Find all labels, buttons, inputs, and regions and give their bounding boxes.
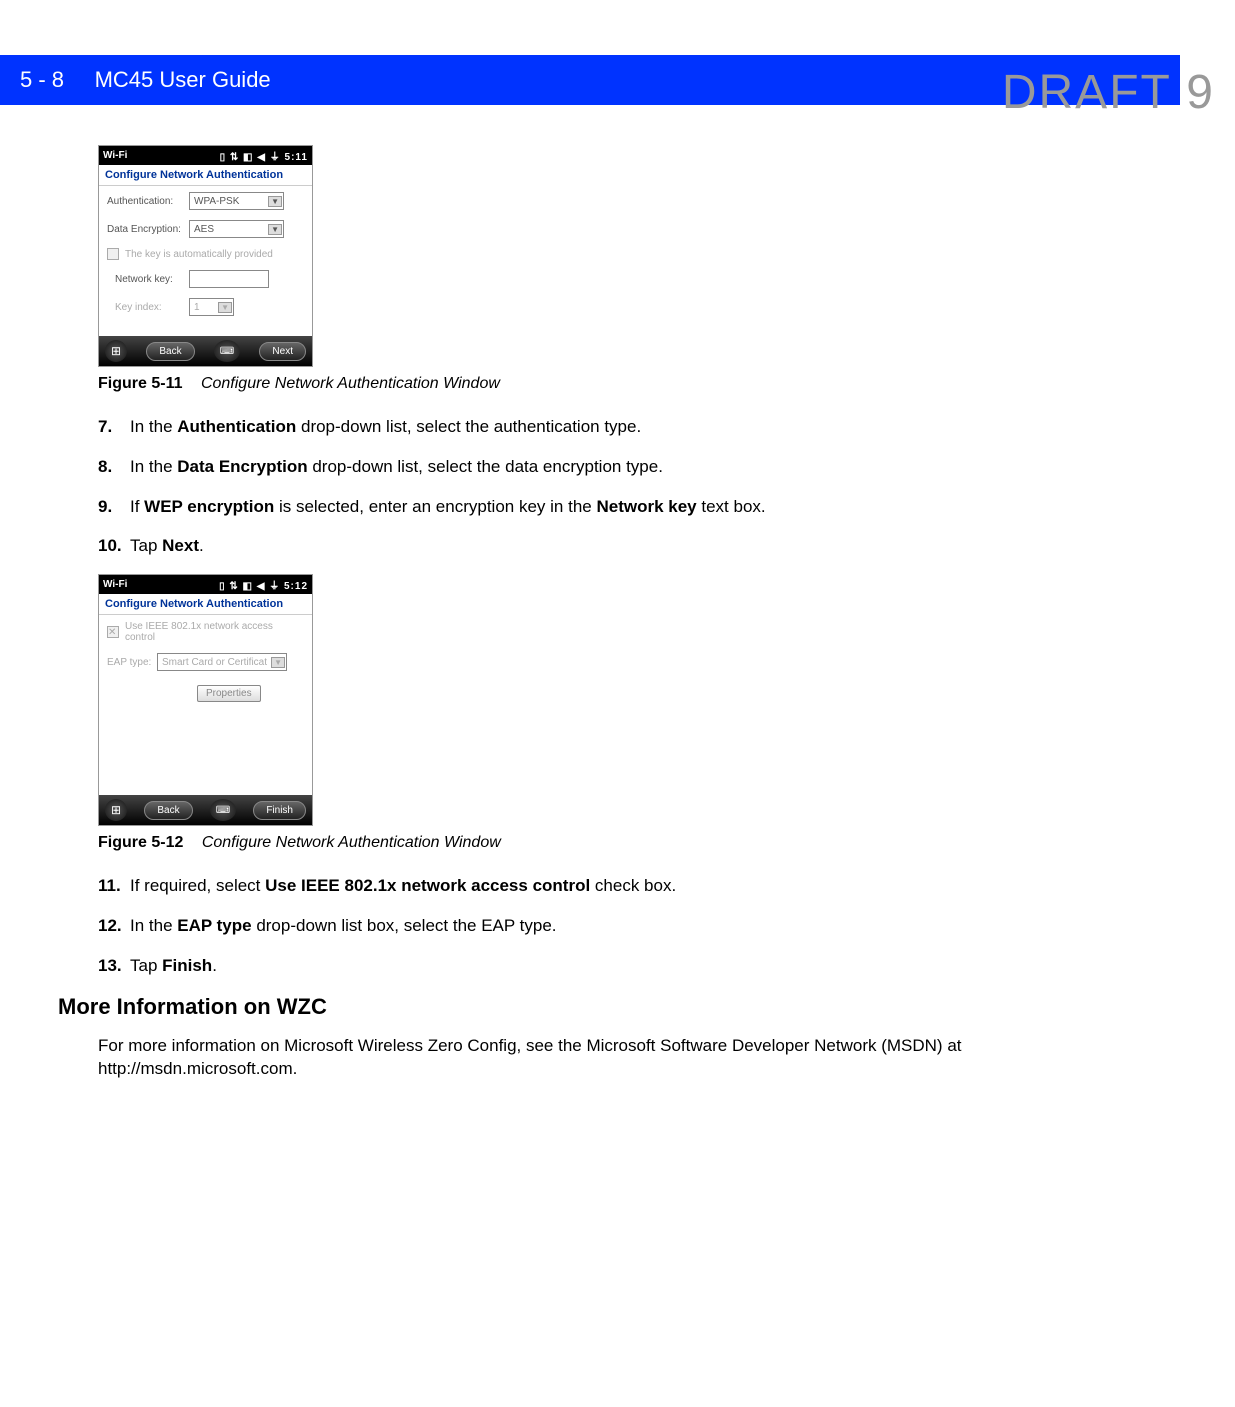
ieee-checkbox[interactable]: ✕ <box>107 626 119 638</box>
dialog-title: Configure Network Authentication <box>99 594 312 615</box>
dialog-body: ✕ Use IEEE 802.1x network access control… <box>99 615 312 795</box>
app-name: Wi-Fi <box>103 150 127 161</box>
step-11: 11. If required, select Use IEEE 802.1x … <box>98 874 1080 898</box>
keyindex-dropdown[interactable]: 1▼ <box>189 298 234 316</box>
next-button[interactable]: Next <box>259 342 306 361</box>
step-7: 7. In the Authentication drop-down list,… <box>98 415 1080 439</box>
app-name: Wi-Fi <box>103 579 127 590</box>
figure-5-11-screenshot: Wi-Fi ▯ ⇅ ◧ ◀ ⏚ 5:11 Configure Network A… <box>98 145 313 367</box>
step-text: Tap Next. <box>130 534 204 558</box>
figure-title: Configure Network Authentication Window <box>201 375 500 392</box>
keyindex-value: 1 <box>194 302 200 313</box>
step-text: In the EAP type drop-down list box, sele… <box>130 914 557 938</box>
page-number: 5 - 8 <box>20 67 64 92</box>
figure-5-12-caption: Figure 5-12 Configure Network Authentica… <box>98 834 1080 852</box>
step-number: 12. <box>98 914 130 938</box>
step-text: If WEP encryption is selected, enter an … <box>130 495 766 519</box>
encryption-dropdown[interactable]: AES ▼ <box>189 220 284 238</box>
authentication-value: WPA-PSK <box>194 196 239 207</box>
figure-number: Figure 5-12 <box>98 834 183 851</box>
figure-number: Figure 5-11 <box>98 375 182 392</box>
back-button[interactable]: Back <box>144 801 192 820</box>
dialog-title: Configure Network Authentication <box>99 165 312 186</box>
chevron-down-icon: ▼ <box>268 224 282 235</box>
device-statusbar: Wi-Fi ▯ ⇅ ◧ ◀ ⏚ 5:11 <box>99 146 312 165</box>
autokey-checkbox[interactable] <box>107 248 119 260</box>
step-number: 13. <box>98 954 130 978</box>
draft-watermark: DRAFT 9 <box>1002 65 1215 120</box>
step-9: 9. If WEP encryption is selected, enter … <box>98 495 1080 519</box>
status-icons: ▯ ⇅ ◧ ◀ ⏚ 5:11 <box>220 148 308 163</box>
properties-button[interactable]: Properties <box>197 685 261 702</box>
step-13: 13. Tap Finish. <box>98 954 1080 978</box>
step-8: 8. In the Data Encryption drop-down list… <box>98 455 1080 479</box>
windows-start-icon[interactable]: ⊞ <box>105 799 127 821</box>
section-heading-wzc: More Information on WZC <box>58 994 1080 1020</box>
keyindex-label: Key index: <box>115 302 189 313</box>
eaptype-label: EAP type: <box>107 657 157 668</box>
device-softkeybar: ⊞ Back ⌨ Finish <box>99 795 312 825</box>
keyboard-icon[interactable]: ⌨ <box>214 340 240 362</box>
encryption-label: Data Encryption: <box>107 224 189 235</box>
steps-list-a: 7. In the Authentication drop-down list,… <box>98 415 1080 558</box>
autokey-label: The key is automatically provided <box>125 249 273 260</box>
step-10: 10. Tap Next. <box>98 534 1080 558</box>
finish-button[interactable]: Finish <box>253 801 306 820</box>
authentication-label: Authentication: <box>107 196 189 207</box>
device-softkeybar: ⊞ Back ⌨ Next <box>99 336 312 366</box>
step-text: In the Authentication drop-down list, se… <box>130 415 641 439</box>
step-number: 10. <box>98 534 130 558</box>
networkkey-input[interactable] <box>189 270 269 288</box>
steps-list-b: 11. If required, select Use IEEE 802.1x … <box>98 874 1080 977</box>
authentication-dropdown[interactable]: WPA-PSK ▼ <box>189 192 284 210</box>
status-icons: ▯ ⇅ ◧ ◀ ⏚ 5:12 <box>219 577 308 592</box>
device-statusbar: Wi-Fi ▯ ⇅ ◧ ◀ ⏚ 5:12 <box>99 575 312 594</box>
back-button[interactable]: Back <box>146 342 194 361</box>
chevron-down-icon: ▼ <box>218 302 232 313</box>
keyboard-icon[interactable]: ⌨ <box>210 799 236 821</box>
windows-start-icon[interactable]: ⊞ <box>105 340 127 362</box>
figure-title: Configure Network Authentication Window <box>202 834 501 851</box>
figure-5-12-screenshot: Wi-Fi ▯ ⇅ ◧ ◀ ⏚ 5:12 Configure Network A… <box>98 574 313 826</box>
step-12: 12. In the EAP type drop-down list box, … <box>98 914 1080 938</box>
step-text: In the Data Encryption drop-down list, s… <box>130 455 663 479</box>
eaptype-dropdown[interactable]: Smart Card or Certificat ▼ <box>157 653 287 671</box>
figure-5-11-caption: Figure 5-11 Configure Network Authentica… <box>98 375 1080 393</box>
step-number: 7. <box>98 415 130 439</box>
clock: 5:11 <box>285 152 308 163</box>
encryption-value: AES <box>194 224 214 235</box>
step-number: 11. <box>98 874 130 898</box>
step-text: Tap Finish. <box>130 954 217 978</box>
dialog-body: Authentication: WPA-PSK ▼ Data Encryption… <box>99 186 312 336</box>
networkkey-label: Network key: <box>115 274 189 285</box>
step-number: 8. <box>98 455 130 479</box>
doc-title: MC45 User Guide <box>95 67 271 92</box>
ieee-label: Use IEEE 802.1x network access control <box>125 621 304 643</box>
clock: 5:12 <box>284 581 308 592</box>
chevron-down-icon: ▼ <box>271 657 285 668</box>
step-text: If required, select Use IEEE 802.1x netw… <box>130 874 676 898</box>
eaptype-value: Smart Card or Certificat <box>162 657 267 668</box>
step-number: 9. <box>98 495 130 519</box>
chevron-down-icon: ▼ <box>268 196 282 207</box>
body-paragraph: For more information on Microsoft Wirele… <box>98 1034 1080 1082</box>
page-content: Wi-Fi ▯ ⇅ ◧ ◀ ⏚ 5:11 Configure Network A… <box>0 105 1080 1121</box>
